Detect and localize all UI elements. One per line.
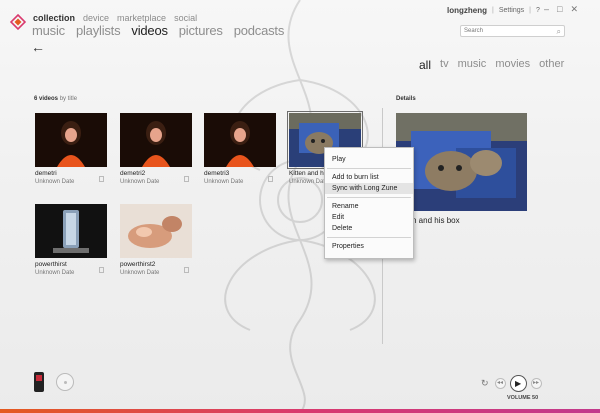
close-button[interactable]: ✕ bbox=[570, 4, 578, 15]
menu-separator bbox=[327, 168, 411, 169]
video-title: powerthirst bbox=[35, 261, 67, 268]
bookmark-icon[interactable] bbox=[268, 176, 273, 182]
nav-marketplace[interactable]: marketplace bbox=[117, 13, 166, 23]
volume-label[interactable]: VOLUME 50 bbox=[507, 395, 538, 401]
video-count-label: 6 videos by title bbox=[34, 96, 77, 102]
details-label: Details bbox=[396, 96, 416, 102]
nav-music[interactable]: music bbox=[32, 23, 65, 38]
bookmark-icon[interactable] bbox=[99, 176, 104, 182]
window-controls: – □ ✕ bbox=[544, 4, 578, 15]
video-tile[interactable]: demetri2 Unknown Date bbox=[120, 113, 192, 185]
search-icon[interactable]: ⌕ bbox=[557, 27, 561, 37]
bookmark-icon[interactable] bbox=[184, 267, 189, 273]
video-tile[interactable]: powerthirst Unknown Date bbox=[35, 204, 107, 276]
details-title: n and his box bbox=[412, 216, 460, 225]
next-icon[interactable]: ▸▸ bbox=[530, 378, 542, 389]
nav-device[interactable]: device bbox=[83, 13, 109, 23]
separator: | bbox=[492, 7, 494, 14]
previous-icon[interactable]: ◂◂ bbox=[494, 378, 506, 389]
video-thumbnail[interactable] bbox=[35, 204, 107, 258]
video-filters: all tv music movies other bbox=[419, 58, 564, 72]
context-menu: Play Add to burn list Sync with Long Zun… bbox=[324, 147, 414, 259]
nav-collection[interactable]: collection bbox=[33, 13, 75, 23]
video-date: Unknown Date bbox=[120, 270, 160, 276]
minimize-button[interactable]: – bbox=[544, 4, 549, 15]
back-arrow-icon[interactable]: ← bbox=[31, 39, 45, 55]
sort-link[interactable]: by title bbox=[60, 96, 77, 102]
video-title: demetri2 bbox=[120, 170, 146, 177]
nav-pictures[interactable]: pictures bbox=[179, 23, 223, 38]
accent-strip bbox=[0, 409, 600, 413]
video-date: Unknown Date bbox=[35, 270, 75, 276]
video-tile[interactable]: powerthirst2 Unknown Date bbox=[120, 204, 192, 276]
separator: | bbox=[529, 7, 531, 14]
maximize-button[interactable]: □ bbox=[557, 4, 562, 15]
nav-videos[interactable]: videos bbox=[131, 23, 168, 38]
transport-controls: ↻ ◂◂ ▶ ▸▸ bbox=[481, 375, 542, 392]
video-thumbnail[interactable] bbox=[120, 113, 192, 167]
bookmark-icon[interactable] bbox=[184, 176, 189, 182]
zune-window: collection device marketplace social mus… bbox=[0, 0, 600, 413]
filter-movies[interactable]: movies bbox=[495, 58, 530, 72]
menu-add-to-burn-list[interactable]: Add to burn list bbox=[325, 172, 413, 183]
menu-play[interactable]: Play bbox=[325, 154, 413, 165]
top-pivot: collection device marketplace social bbox=[33, 13, 197, 23]
filter-music[interactable]: music bbox=[458, 58, 487, 72]
video-thumbnail[interactable] bbox=[120, 204, 192, 258]
user-bar: longzheng | Settings | ? bbox=[447, 6, 540, 15]
filter-tv[interactable]: tv bbox=[440, 58, 449, 72]
video-count: 6 videos bbox=[34, 96, 59, 102]
menu-separator bbox=[327, 197, 411, 198]
bookmark-icon[interactable] bbox=[99, 267, 104, 273]
video-tile[interactable]: demetri3 Unknown Date bbox=[204, 113, 276, 185]
details-thumbnail[interactable] bbox=[396, 113, 527, 211]
search-placeholder: Search bbox=[464, 28, 484, 34]
video-date: Unknown Date bbox=[35, 179, 75, 185]
video-date: Unknown Date bbox=[120, 179, 160, 185]
main-pivot: music playlists videos pictures podcasts bbox=[32, 23, 284, 38]
search-input[interactable]: Search ⌕ bbox=[460, 25, 565, 37]
disc-icon[interactable] bbox=[56, 373, 74, 391]
video-thumbnail[interactable] bbox=[35, 113, 107, 167]
repeat-icon[interactable]: ↻ bbox=[481, 378, 489, 389]
username-link[interactable]: longzheng bbox=[447, 6, 487, 15]
nav-playlists[interactable]: playlists bbox=[76, 23, 121, 38]
settings-link[interactable]: Settings bbox=[499, 7, 524, 14]
video-tile[interactable]: demetri Unknown Date bbox=[35, 113, 107, 185]
help-icon[interactable]: ? bbox=[536, 7, 540, 14]
filter-all[interactable]: all bbox=[419, 58, 431, 72]
device-screen bbox=[36, 375, 42, 381]
video-title: powerthirst2 bbox=[120, 261, 156, 268]
zune-logo-icon[interactable] bbox=[10, 14, 26, 30]
nav-podcasts[interactable]: podcasts bbox=[234, 23, 285, 38]
video-title: demetri3 bbox=[204, 170, 230, 177]
video-thumbnail[interactable] bbox=[204, 113, 276, 167]
video-title: demetri bbox=[35, 170, 57, 177]
nav-social[interactable]: social bbox=[174, 13, 197, 23]
menu-edit[interactable]: Edit bbox=[325, 212, 413, 223]
menu-properties[interactable]: Properties bbox=[325, 241, 413, 252]
menu-sync[interactable]: Sync with Long Zune bbox=[325, 183, 413, 194]
menu-separator bbox=[327, 237, 411, 238]
video-date: Unknown Date bbox=[204, 179, 244, 185]
menu-rename[interactable]: Rename bbox=[325, 201, 413, 212]
zune-device-icon[interactable] bbox=[34, 372, 44, 392]
filter-other[interactable]: other bbox=[539, 58, 564, 72]
menu-delete[interactable]: Delete bbox=[325, 223, 413, 234]
play-icon[interactable]: ▶ bbox=[509, 375, 527, 392]
